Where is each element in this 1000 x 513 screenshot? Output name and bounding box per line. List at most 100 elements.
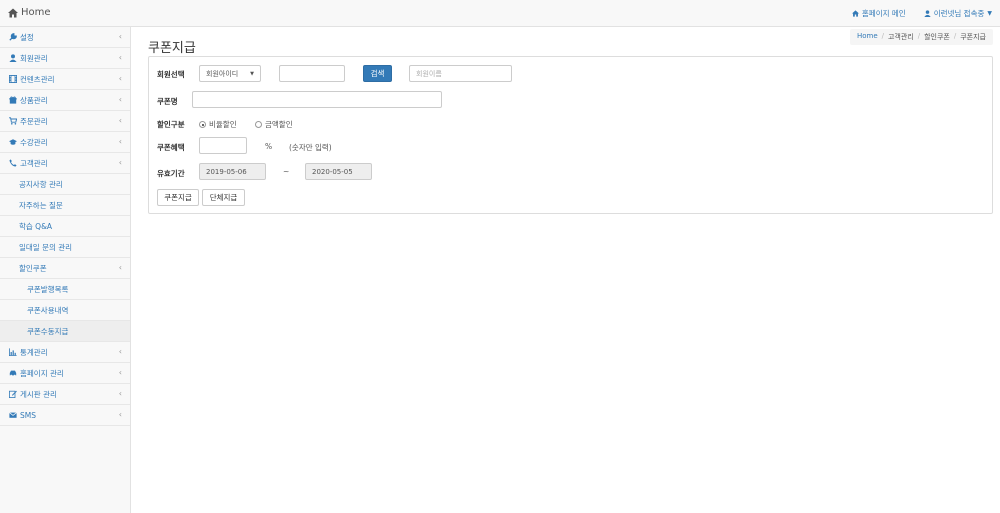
sidebar-item-coupon-usage[interactable]: 쿠폰사용내역: [0, 300, 130, 321]
sidebar-item-orders[interactable]: 주문관리 ‹: [0, 111, 130, 132]
chevron-left-icon: ‹: [118, 389, 122, 398]
sidebar-item-label: 홈페이지 관리: [20, 368, 64, 378]
issue-coupon-button[interactable]: 쿠폰지급: [157, 189, 199, 206]
sidebar-item-sms[interactable]: SMS ‹: [0, 405, 130, 426]
cart-icon: [9, 117, 17, 125]
coupon-form-panel: 회원선택 회원아이디 ▼ 검색 회원이름 쿠폰명 할인구분 비율할인 금액할인 …: [148, 56, 993, 214]
sidebar-item-products[interactable]: 상품관리 ‹: [0, 90, 130, 111]
member-name-placeholder: 회원이름: [416, 69, 442, 78]
member-id-input[interactable]: [279, 65, 345, 82]
sidebar-item-notice[interactable]: 공지사항 관리: [0, 174, 130, 195]
chevron-left-icon: ‹: [118, 95, 122, 104]
benefit-unit: %: [265, 142, 273, 151]
sidebar-item-label: 쿠폰수동지급: [27, 326, 69, 336]
sidebar-item-label: 상품관리: [20, 95, 48, 105]
search-button[interactable]: 검색: [363, 65, 392, 82]
user-icon: [924, 10, 931, 17]
sidebar-item-settings[interactable]: 설정 ‹: [0, 27, 130, 48]
sidebar-item-label: 게시판 관리: [20, 389, 57, 399]
breadcrumb-item: 고객관리: [887, 33, 914, 41]
sidebar-item-coupon-list[interactable]: 쿠폰발행목록: [0, 279, 130, 300]
brand-home-link[interactable]: Home: [8, 7, 51, 18]
sidebar-item-board[interactable]: 게시판 관리 ‹: [0, 384, 130, 405]
chevron-left-icon: ‹: [118, 347, 122, 356]
member-name-input[interactable]: 회원이름: [409, 65, 512, 82]
sidebar-item-members[interactable]: 회원관리 ‹: [0, 48, 130, 69]
sidebar: 설정 ‹ 회원관리 ‹ 컨텐츠관리 ‹ 상품관리 ‹ 주문관리 ‹ 수강관리 ‹…: [0, 27, 131, 513]
chevron-down-icon: ‹: [118, 263, 122, 272]
user-menu-dropdown[interactable]: 이런넷님 접속중 ▼: [924, 8, 992, 19]
breadcrumb-current: 쿠폰지급: [960, 33, 986, 41]
sidebar-item-label: 학습 Q&A: [19, 221, 53, 231]
sidebar-item-faq[interactable]: 자주하는 질문: [0, 195, 130, 216]
user-icon: [9, 54, 17, 62]
chevron-left-icon: ‹: [118, 116, 122, 125]
member-search-type-select[interactable]: 회원아이디 ▼: [199, 65, 261, 82]
discount-rate-radio[interactable]: 비율할인: [199, 119, 237, 130]
sidebar-item-label: 일대일 문의 관리: [19, 242, 73, 252]
homepage-main-link[interactable]: 홈페이지 메인: [851, 8, 906, 19]
benefit-input[interactable]: [199, 137, 247, 154]
breadcrumb-item: 할인쿠폰: [924, 33, 950, 41]
gift-icon: [9, 96, 17, 104]
sidebar-item-label: 할인쿠폰: [19, 263, 47, 273]
brand-label: Home: [21, 7, 51, 18]
validity-separator: ~: [283, 167, 290, 176]
main-content: 쿠폰지급 Home / 고객관리 / 할인쿠폰 / 쿠폰지급 회원선택 회원아이…: [131, 27, 1000, 513]
edit-icon: [9, 390, 17, 398]
sidebar-item-label: 자주하는 질문: [19, 200, 63, 210]
envelope-icon: [9, 412, 17, 418]
sidebar-item-label: 수강관리: [20, 137, 48, 147]
validity-start-input[interactable]: 2019-05-06: [199, 163, 266, 180]
benefit-hint: (숫자만 입력): [289, 143, 332, 152]
sidebar-item-label: 쿠폰발행목록: [27, 284, 69, 294]
home-icon: [851, 10, 859, 17]
benefit-label: 쿠폰혜택: [157, 143, 185, 152]
chevron-left-icon: ‹: [118, 32, 122, 41]
sidebar-item-homepage[interactable]: 홈페이지 관리 ‹: [0, 363, 130, 384]
sidebar-item-contents[interactable]: 컨텐츠관리 ‹: [0, 69, 130, 90]
discount-amount-radio[interactable]: 금액할인: [255, 119, 293, 130]
phone-icon: [9, 159, 17, 167]
wrench-icon: [9, 33, 17, 41]
sidebar-item-coupon-manual[interactable]: 쿠폰수동지급: [0, 321, 130, 342]
coupon-name-input[interactable]: [192, 91, 442, 108]
breadcrumb-separator: /: [953, 32, 957, 40]
user-menu-label: 이런넷님 접속중: [933, 9, 985, 18]
sidebar-item-inquiry[interactable]: 일대일 문의 관리: [0, 237, 130, 258]
discount-type-label: 할인구분: [157, 120, 185, 129]
validity-label: 유효기간: [157, 169, 185, 178]
sidebar-item-label: 설정: [20, 32, 34, 42]
breadcrumb-separator: /: [881, 32, 884, 40]
sidebar-item-label: 쿠폰사용내역: [27, 305, 69, 315]
chevron-left-icon: ‹: [118, 368, 122, 377]
bulk-issue-button[interactable]: 단체지급: [202, 189, 245, 206]
caret-down-icon: ▼: [250, 70, 254, 77]
sidebar-item-coupons[interactable]: 할인쿠폰 ‹: [0, 258, 130, 279]
chevron-left-icon: ‹: [118, 53, 122, 62]
homepage-main-label: 홈페이지 메인: [861, 9, 906, 18]
sidebar-item-label: SMS: [20, 410, 36, 420]
sidebar-item-stats[interactable]: 통계관리 ‹: [0, 342, 130, 363]
page-title: 쿠폰지급: [148, 41, 196, 56]
bar-chart-icon: [9, 348, 17, 356]
chevron-left-icon: ‹: [118, 137, 122, 146]
sidebar-item-qna[interactable]: 학습 Q&A: [0, 216, 130, 237]
car-icon: [9, 370, 17, 377]
home-icon: [8, 8, 18, 17]
sidebar-item-label: 통계관리: [20, 347, 48, 357]
sidebar-item-label: 고객관리: [20, 158, 48, 168]
top-navbar: Home 홈페이지 메인 이런넷님 접속중 ▼: [0, 0, 1000, 27]
caret-down-icon: ▼: [987, 10, 992, 17]
discount-amount-label: 금액할인: [265, 120, 293, 129]
breadcrumb-home-link[interactable]: Home: [857, 32, 878, 42]
breadcrumb-separator: /: [917, 32, 921, 40]
sidebar-item-label: 컨텐츠관리: [20, 74, 55, 84]
validity-end-input[interactable]: 2020-05-05: [305, 163, 372, 180]
sidebar-item-courses[interactable]: 수강관리 ‹: [0, 132, 130, 153]
chevron-down-icon: ‹: [118, 158, 122, 167]
chevron-left-icon: ‹: [118, 74, 122, 83]
sidebar-item-customers[interactable]: 고객관리 ‹: [0, 153, 130, 174]
radio-checked-icon: [199, 121, 206, 128]
sidebar-item-label: 공지사항 관리: [19, 179, 63, 189]
